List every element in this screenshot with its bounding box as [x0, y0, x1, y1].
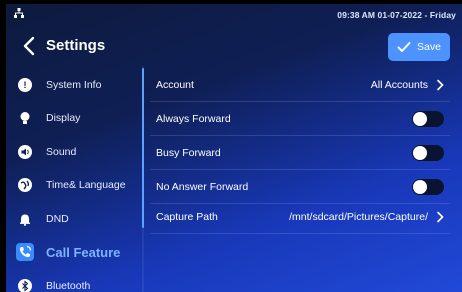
busy-forward-toggle[interactable] — [412, 145, 444, 161]
sidebar-item-system-info[interactable]: ! System Info — [6, 68, 144, 102]
sidebar-item-label: Bluetooth — [46, 280, 91, 292]
phone-icon — [16, 243, 34, 261]
toggle-knob — [413, 146, 427, 160]
always-forward-row: Always Forward — [150, 102, 450, 136]
save-button-label: Save — [417, 41, 441, 53]
account-row[interactable]: Account All Accounts — [150, 68, 450, 102]
sidebar-item-display[interactable]: Display — [6, 101, 144, 135]
sidebar-item-label: Time& Language — [46, 179, 126, 191]
sidebar-item-dnd[interactable]: DND — [6, 202, 144, 236]
account-value: All Accounts — [370, 79, 428, 91]
bell-icon — [20, 214, 30, 226]
capture-path-label: Capture Path — [156, 211, 218, 223]
busy-forward-label: Busy Forward — [156, 147, 221, 159]
info-icon: ! — [18, 78, 32, 92]
sidebar-item-bluetooth[interactable]: Bluetooth — [6, 269, 144, 292]
sidebar-item-label: DND — [46, 213, 69, 225]
sidebar-item-label: Call Feature — [46, 244, 121, 260]
status-bar: 09:38 AM 01-07-2022 - Friday — [6, 4, 462, 26]
sidebar-item-time-language[interactable]: Time& Language — [6, 168, 144, 202]
capture-path-value: /mnt/sdcard/Pictures/Capture/ — [289, 211, 428, 223]
toggle-knob — [413, 112, 427, 126]
sidebar-item-label: Display — [46, 112, 81, 124]
sidebar-item-sound[interactable]: Sound — [6, 135, 144, 169]
sidebar-scrollbar[interactable] — [142, 68, 144, 228]
sidebar-item-label: System Info — [46, 79, 102, 91]
capture-path-row[interactable]: Capture Path /mnt/sdcard/Pictures/Captur… — [150, 200, 450, 234]
busy-forward-row: Busy Forward — [150, 136, 450, 170]
always-forward-toggle[interactable] — [412, 111, 444, 127]
settings-panel: Account All Accounts Always Forward Busy… — [150, 66, 456, 292]
bluetooth-icon — [18, 279, 32, 292]
always-forward-label: Always Forward — [156, 113, 231, 125]
chevron-left-icon[interactable] — [22, 36, 36, 56]
sidebar-item-label: Sound — [46, 146, 77, 158]
no-answer-forward-toggle[interactable] — [412, 179, 444, 195]
no-answer-forward-label: No Answer Forward — [156, 181, 249, 193]
sidebar-item-call-feature[interactable]: Call Feature — [6, 235, 144, 269]
status-clock: 09:38 AM 01-07-2022 - Friday — [337, 10, 456, 20]
account-label: Account — [156, 79, 194, 91]
chevron-right-icon — [437, 211, 444, 223]
toggle-knob — [413, 180, 427, 194]
bulb-icon — [20, 112, 30, 124]
save-button[interactable]: Save — [388, 33, 450, 61]
page-title: Settings — [46, 37, 106, 54]
check-icon — [397, 42, 411, 52]
sidebar: ! System Info Display Sound Time& Langua… — [6, 66, 144, 292]
title-row: Settings Save — [6, 28, 462, 64]
speaker-icon — [18, 145, 32, 159]
no-answer-forward-row: No Answer Forward — [150, 170, 450, 204]
globe-icon — [18, 178, 32, 192]
network-icon — [14, 8, 24, 18]
chevron-right-icon — [437, 79, 444, 91]
